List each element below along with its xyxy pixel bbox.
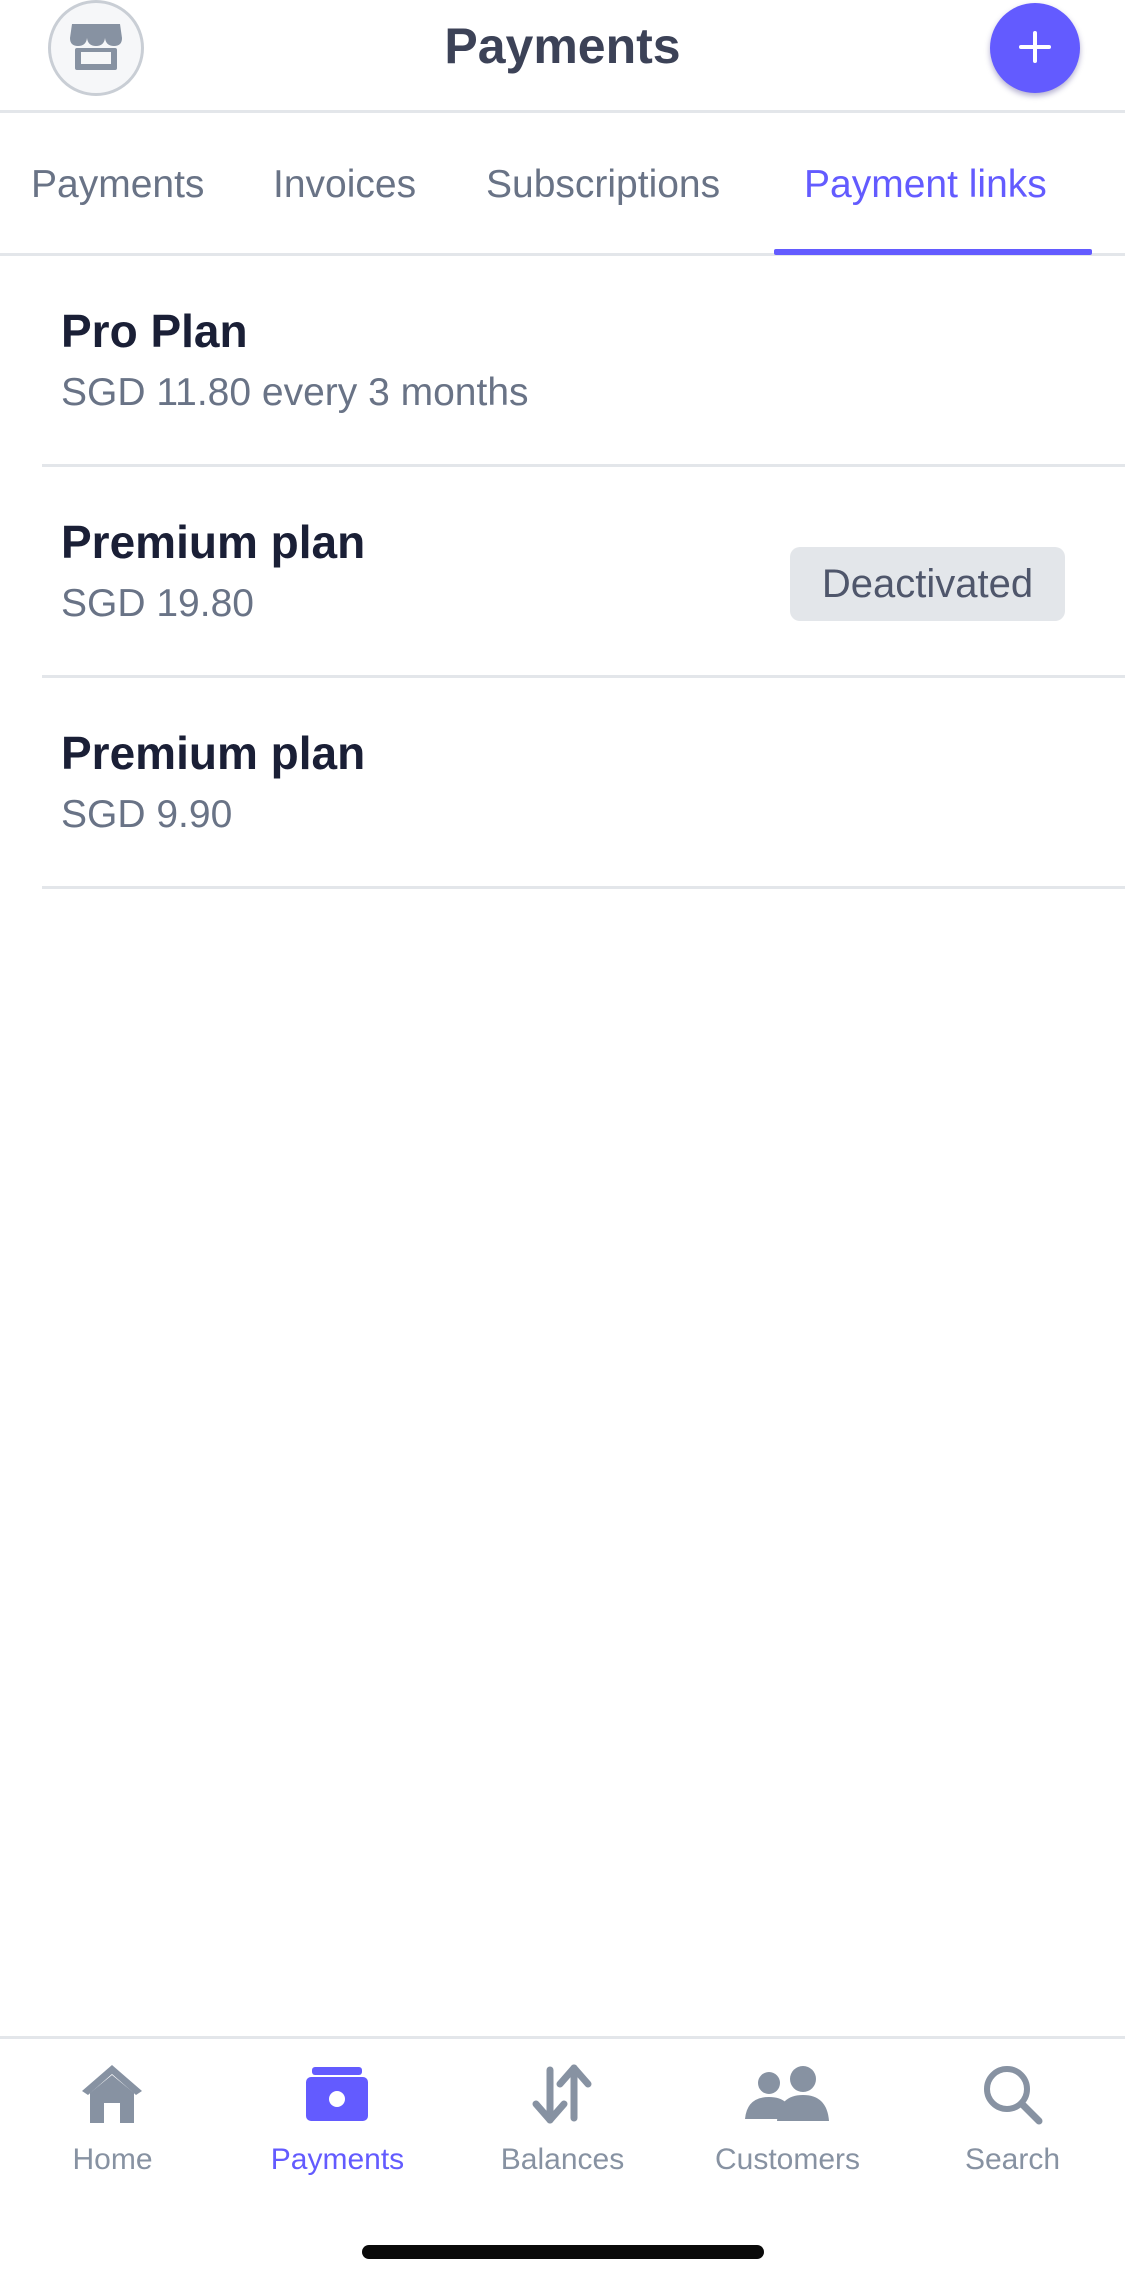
nav-item-search[interactable]: Search [900,2039,1125,2199]
home-icon [62,2059,162,2129]
nav-label: Payments [270,2143,405,2176]
header: Payments [0,0,1125,113]
add-button[interactable] [990,3,1080,93]
plus-icon [1015,27,1055,70]
nav-item-balances[interactable]: Balances [450,2039,675,2199]
page-title: Payments [444,18,681,74]
nav-label: Home [72,2143,153,2176]
payments-icon [287,2059,387,2129]
link-title: Pro Plan [61,305,248,357]
link-price: SGD 9.90 [61,793,233,836]
list-item[interactable]: Premium plan SGD 9.90 [0,678,1125,889]
payment-links-list: Pro Plan SGD 11.80 every 3 months Premiu… [0,256,1125,889]
status-badge: Deactivated [790,547,1065,621]
home-indicator [362,2245,764,2259]
search-icon [962,2059,1062,2129]
link-price: SGD 19.80 [61,582,254,625]
nav-item-home[interactable]: Home [0,2039,225,2199]
tab-bar: Payments Invoices Subscriptions Payment … [0,113,1125,256]
nav-item-payments[interactable]: Payments [225,2039,450,2199]
tab-invoices[interactable]: Invoices [273,113,416,256]
link-title: Premium plan [61,727,366,779]
balances-icon [512,2059,612,2129]
list-item[interactable]: Pro Plan SGD 11.80 every 3 months [0,256,1125,467]
list-item[interactable]: Premium plan SGD 19.80 Deactivated [0,467,1125,678]
customers-icon [737,2059,837,2129]
payments-screen: Payments Payments Invoices Subscriptions… [0,0,1125,2284]
active-tab-indicator [774,249,1092,255]
link-title: Premium plan [61,516,366,568]
nav-item-customers[interactable]: Customers [675,2039,900,2199]
link-price: SGD 11.80 every 3 months [61,371,529,414]
nav-label: Customers [714,2143,861,2176]
nav-label: Balances [500,2143,625,2176]
nav-label: Search [964,2143,1061,2176]
tab-payment-links[interactable]: Payment links [804,113,1047,256]
tab-subscriptions[interactable]: Subscriptions [486,113,720,256]
tab-payments[interactable]: Payments [31,113,204,256]
